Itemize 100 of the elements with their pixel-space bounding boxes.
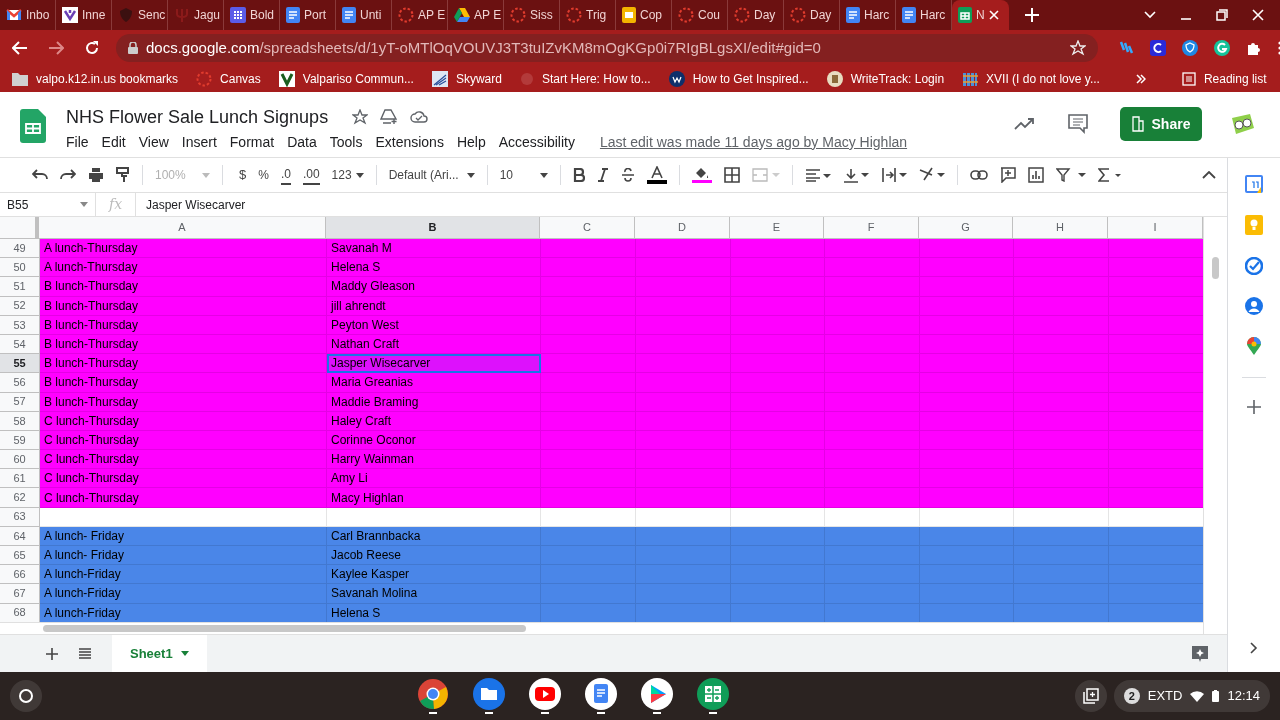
text-wrap-icon[interactable] xyxy=(880,167,907,183)
play-icon[interactable] xyxy=(529,678,562,710)
c-logo-icon[interactable] xyxy=(1150,40,1166,56)
bookmark[interactable]: Start Here: How to... xyxy=(519,70,651,88)
font-dropdown[interactable]: Default (Ari... xyxy=(388,166,475,184)
map-pin-icon[interactable] xyxy=(1247,337,1261,355)
add-comment-icon[interactable] xyxy=(999,167,1016,183)
horizontal-scrollbar[interactable] xyxy=(43,625,526,632)
format-dropdown[interactable]: 123 xyxy=(331,166,364,184)
shield-icon[interactable] xyxy=(1182,40,1198,56)
menu-item[interactable]: Insert xyxy=(181,131,217,153)
share-button[interactable]: Share xyxy=(1120,107,1202,141)
explore-icon[interactable] xyxy=(1191,644,1209,663)
star-icon[interactable] xyxy=(352,109,369,125)
cloud-icon[interactable] xyxy=(410,110,429,124)
browser-tab[interactable]: N xyxy=(952,0,1009,30)
undo-icon[interactable] xyxy=(32,169,48,181)
plus-icon[interactable] xyxy=(1247,400,1261,414)
redo-icon[interactable] xyxy=(60,169,76,181)
text-rotate-icon[interactable] xyxy=(918,167,945,183)
row-header[interactable]: 65 xyxy=(0,546,40,566)
new-tab-icon[interactable] xyxy=(1025,8,1039,22)
bookmark[interactable]: XVII (I do not love y... xyxy=(962,70,1100,88)
spreadsheet-icon[interactable] xyxy=(697,678,730,710)
font-size-dropdown[interactable]: 10 xyxy=(499,166,548,184)
bookmark[interactable]: valpo.k12.in.us bookmarks xyxy=(12,70,179,88)
row-header[interactable]: 49 xyxy=(0,239,40,259)
trend-icon[interactable] xyxy=(1014,117,1036,131)
close-icon[interactable] xyxy=(988,10,999,20)
formula-input[interactable]: Jasper Wisecarver xyxy=(136,193,1227,216)
align-left-icon[interactable] xyxy=(804,168,831,182)
row-header[interactable]: 54 xyxy=(0,334,40,355)
folder-icon[interactable] xyxy=(473,678,506,710)
document-title[interactable]: NHS Flower Sale Lunch Signups xyxy=(66,103,329,131)
collapse-icon[interactable] xyxy=(1202,171,1216,179)
sum-icon[interactable] xyxy=(1097,168,1122,182)
row-header[interactable]: 64 xyxy=(0,526,40,546)
chevron-down-icon[interactable] xyxy=(1144,11,1156,19)
row-header[interactable]: 57 xyxy=(0,392,40,412)
decrease-decimals-button[interactable]: .0 xyxy=(280,165,291,185)
triangle-play-icon[interactable] xyxy=(641,678,674,710)
increase-decimals-button[interactable]: .00 xyxy=(302,165,320,185)
link-icon[interactable] xyxy=(969,170,988,180)
reload-icon[interactable] xyxy=(84,40,100,56)
sheet-tab[interactable]: Sheet1 xyxy=(112,634,207,673)
menu-item[interactable]: Extensions xyxy=(375,131,444,153)
menu-item[interactable]: Format xyxy=(229,131,275,153)
percent-button[interactable]: % xyxy=(258,166,269,184)
chrome-icon[interactable] xyxy=(417,678,450,710)
restore-icon[interactable] xyxy=(1216,9,1228,21)
sheets-logo-icon[interactable] xyxy=(20,109,46,143)
row-header[interactable]: 63 xyxy=(0,507,40,527)
last-edit-link[interactable]: Last edit was made 11 days ago by Macy Highlan xyxy=(599,131,908,153)
row-header[interactable]: 61 xyxy=(0,469,40,489)
row-header[interactable]: 66 xyxy=(0,565,40,585)
chevron-right-icon[interactable] xyxy=(1250,642,1258,654)
back-icon[interactable] xyxy=(12,41,28,55)
clipboard-button[interactable] xyxy=(1074,680,1107,712)
row-header[interactable]: 50 xyxy=(0,258,40,278)
status-tray[interactable]: 2 EXTD 12:14 xyxy=(1113,680,1270,712)
double-chevron-icon[interactable] xyxy=(1135,74,1146,84)
close-icon[interactable] xyxy=(1252,9,1264,21)
italic-icon[interactable] xyxy=(596,168,609,182)
menu-item[interactable]: Help xyxy=(456,131,486,153)
row-header[interactable]: 60 xyxy=(0,450,40,470)
comment-icon[interactable] xyxy=(1068,114,1088,134)
bookmark[interactable]: WriteTrack: Login xyxy=(826,70,945,88)
all-sheets-icon[interactable] xyxy=(78,647,92,660)
row-header[interactable]: 62 xyxy=(0,488,40,508)
calendar-icon[interactable] xyxy=(1245,175,1263,193)
print-icon[interactable] xyxy=(88,167,104,183)
menu-item[interactable]: Edit xyxy=(101,131,126,153)
row-header[interactable]: 67 xyxy=(0,584,40,604)
chart-icon[interactable] xyxy=(1027,167,1044,183)
menu-item[interactable]: File xyxy=(66,131,89,153)
address-bar[interactable]: docs.google.com/spreadsheets/d/1yT-oMTlOqVOUVJ3T3tuIZvKM8mOgKGp0i7RIgBLgsXI/edit#gid=0 xyxy=(116,34,1098,62)
drive-add-icon[interactable] xyxy=(380,109,399,125)
menu-item[interactable]: View xyxy=(138,131,169,153)
menu-item[interactable]: Tools xyxy=(329,131,363,153)
merge-cells-icon[interactable] xyxy=(751,168,780,182)
row-header[interactable]: 59 xyxy=(0,430,40,451)
paint-format-icon[interactable] xyxy=(116,167,130,183)
bookmark[interactable]: Valpariso Commun... xyxy=(278,70,414,88)
column-header[interactable]: B xyxy=(326,217,540,238)
person-icon[interactable] xyxy=(1245,297,1263,315)
menu-item[interactable]: Accessibility xyxy=(498,131,575,153)
row-header[interactable]: 52 xyxy=(0,296,40,316)
row-header[interactable]: 51 xyxy=(0,277,40,297)
borders-icon[interactable] xyxy=(723,167,740,183)
fill-color-icon[interactable] xyxy=(691,166,712,184)
puzzle-icon[interactable] xyxy=(1246,40,1262,56)
row-header[interactable]: 53 xyxy=(0,315,40,335)
document-icon[interactable] xyxy=(585,678,618,710)
row-header[interactable]: 55 xyxy=(0,354,40,374)
row-header[interactable]: 58 xyxy=(0,411,40,431)
filter-icon[interactable] xyxy=(1055,168,1086,182)
text-color-icon[interactable] xyxy=(646,166,667,184)
strikethrough-icon[interactable] xyxy=(620,168,635,182)
menu-item[interactable]: Data xyxy=(287,131,317,153)
bookmark[interactable]: How to Get Inspired... xyxy=(668,70,809,88)
